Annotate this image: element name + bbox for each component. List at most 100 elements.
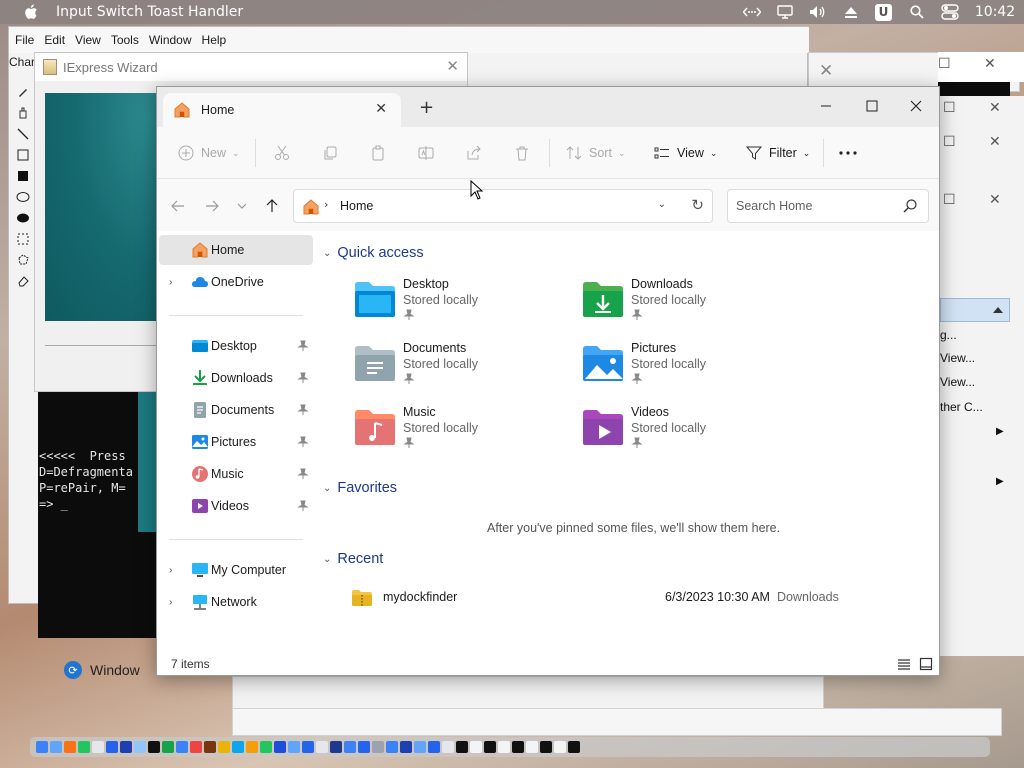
breadcrumb-home[interactable]: Home xyxy=(340,199,373,213)
dock-app-icon[interactable] xyxy=(218,741,230,753)
control-center-icon[interactable] xyxy=(933,4,966,20)
dock-app-icon[interactable] xyxy=(540,741,552,753)
dock-app-icon[interactable] xyxy=(498,741,510,753)
explorer-titlebar[interactable]: Home ✕ + xyxy=(157,87,939,127)
pin-icon[interactable] xyxy=(403,373,415,385)
sidebar-item-onedrive[interactable]: › OneDrive xyxy=(159,267,313,297)
share-button[interactable] xyxy=(465,141,483,165)
paint-menu-help[interactable]: Help xyxy=(202,33,227,47)
bucket-icon[interactable] xyxy=(13,103,33,123)
sidebar-item-downloads[interactable]: Downloads xyxy=(159,363,313,393)
sidebar-item-network[interactable]: › Network xyxy=(159,587,313,617)
expand-chevron-icon[interactable]: › xyxy=(169,565,172,576)
maximize-icon[interactable]: ☐ xyxy=(938,56,951,72)
search-input[interactable] xyxy=(736,197,886,215)
dock-app-icon[interactable] xyxy=(274,741,286,753)
pin-icon[interactable] xyxy=(297,404,309,416)
windows-taskbar-button[interactable]: ⟳ Window xyxy=(64,650,164,690)
line-tool-icon[interactable] xyxy=(13,124,33,144)
sidebar-item-music[interactable]: Music xyxy=(159,459,313,489)
dock-app-icon[interactable] xyxy=(246,741,258,753)
quick-access-music[interactable]: Music Stored locally xyxy=(353,405,553,465)
filled-rectangle-tool-icon[interactable] xyxy=(13,166,33,186)
dock-app-icon[interactable] xyxy=(484,741,496,753)
up-button[interactable] xyxy=(263,197,281,215)
lasso-tool-icon[interactable] xyxy=(13,250,33,270)
dock-app-icon[interactable] xyxy=(78,741,90,753)
dock-app-icon[interactable] xyxy=(428,741,440,753)
dock-app-icon[interactable] xyxy=(120,741,132,753)
pin-icon[interactable] xyxy=(631,309,643,321)
dock-app-icon[interactable] xyxy=(106,741,118,753)
recent-header[interactable]: ⌄ Recent xyxy=(323,551,383,567)
details-view-icon[interactable] xyxy=(897,657,911,671)
expand-chevron-icon[interactable]: › xyxy=(169,597,172,608)
sort-button[interactable]: Sort ⌄ xyxy=(565,141,625,165)
paint-menu-edit[interactable]: Edit xyxy=(44,33,65,47)
close-button[interactable] xyxy=(893,93,939,119)
minimize-button[interactable] xyxy=(803,93,849,119)
menu-item[interactable]: ther C... xyxy=(940,400,983,414)
maximize-button[interactable] xyxy=(849,93,895,119)
tab-home[interactable]: Home ✕ xyxy=(163,93,401,127)
back-button[interactable] xyxy=(169,197,187,215)
paint-menu-tools[interactable]: Tools xyxy=(111,33,139,47)
pin-icon[interactable] xyxy=(297,340,309,352)
paint-menu-window[interactable]: Window xyxy=(149,33,192,47)
eraser-icon[interactable] xyxy=(13,271,33,291)
quick-access-downloads[interactable]: Downloads Stored locally xyxy=(581,277,781,337)
search-box[interactable] xyxy=(727,189,929,223)
pin-icon[interactable] xyxy=(297,436,309,448)
sidebar-item-pictures[interactable]: Pictures xyxy=(159,427,313,457)
paint-menu-view[interactable]: View xyxy=(75,33,101,47)
chevron-right-icon[interactable]: › xyxy=(324,198,328,211)
delete-button[interactable] xyxy=(513,141,531,165)
filter-button[interactable]: Filter ⌄ xyxy=(745,141,810,165)
dock-app-icon[interactable] xyxy=(232,741,244,753)
apple-icon[interactable] xyxy=(20,1,42,23)
dock-app-icon[interactable] xyxy=(316,741,328,753)
recent-file-row[interactable]: mydockfinder 6/3/2023 10:30 AM Downloads xyxy=(347,587,927,611)
pin-icon[interactable] xyxy=(297,500,309,512)
display-icon[interactable] xyxy=(768,5,801,19)
sidebar-item-videos[interactable]: Videos xyxy=(159,491,313,521)
dock-app-icon[interactable] xyxy=(400,741,412,753)
dock-app-icon[interactable] xyxy=(162,741,174,753)
ellipse-tool-icon[interactable] xyxy=(13,187,33,207)
menu-item[interactable]: View... xyxy=(940,375,975,389)
close-tab-icon[interactable]: ✕ xyxy=(375,101,387,117)
dock-app-icon[interactable] xyxy=(456,741,468,753)
dock-app-icon[interactable] xyxy=(92,741,104,753)
address-dropdown-icon[interactable]: ⌄ xyxy=(658,199,666,210)
dock-app-icon[interactable] xyxy=(190,741,202,753)
recent-locations-button[interactable] xyxy=(233,197,251,215)
paint-menu-file[interactable]: File xyxy=(15,33,34,47)
dock-app-icon[interactable] xyxy=(372,741,384,753)
favorites-header[interactable]: ⌄ Favorites xyxy=(323,480,397,496)
dock-app-icon[interactable] xyxy=(554,741,566,753)
submenu-arrow-icon[interactable]: ▶ xyxy=(996,426,1004,437)
dock-app-icon[interactable] xyxy=(148,741,160,753)
close-icon[interactable]: ✕ xyxy=(984,56,996,72)
dock-app-icon[interactable] xyxy=(526,741,538,753)
dock-app-icon[interactable] xyxy=(36,741,48,753)
dock-app-icon[interactable] xyxy=(358,741,370,753)
more-options-button[interactable] xyxy=(839,141,857,165)
close-icon[interactable]: ✕ xyxy=(989,192,1001,208)
pin-icon[interactable] xyxy=(297,468,309,480)
rename-button[interactable] xyxy=(417,141,435,165)
sidebar-item-documents[interactable]: Documents xyxy=(159,395,313,425)
sidebar-item-home[interactable]: Home xyxy=(159,235,313,265)
eject-icon[interactable] xyxy=(834,5,867,19)
copy-button[interactable] xyxy=(321,141,339,165)
submenu-arrow-icon[interactable]: ▶ xyxy=(996,476,1004,487)
close-icon[interactable]: ✕ xyxy=(819,61,833,81)
quick-access-videos[interactable]: Videos Stored locally xyxy=(581,405,781,465)
input-code-icon[interactable] xyxy=(735,6,768,18)
app-title[interactable]: Input Switch Toast Handler xyxy=(56,4,243,20)
dock-app-icon[interactable] xyxy=(442,741,454,753)
dock-app-icon[interactable] xyxy=(64,741,76,753)
dock-app-icon[interactable] xyxy=(568,741,580,753)
new-button[interactable]: New ⌄ xyxy=(177,141,240,165)
volume-icon[interactable] xyxy=(801,5,834,19)
